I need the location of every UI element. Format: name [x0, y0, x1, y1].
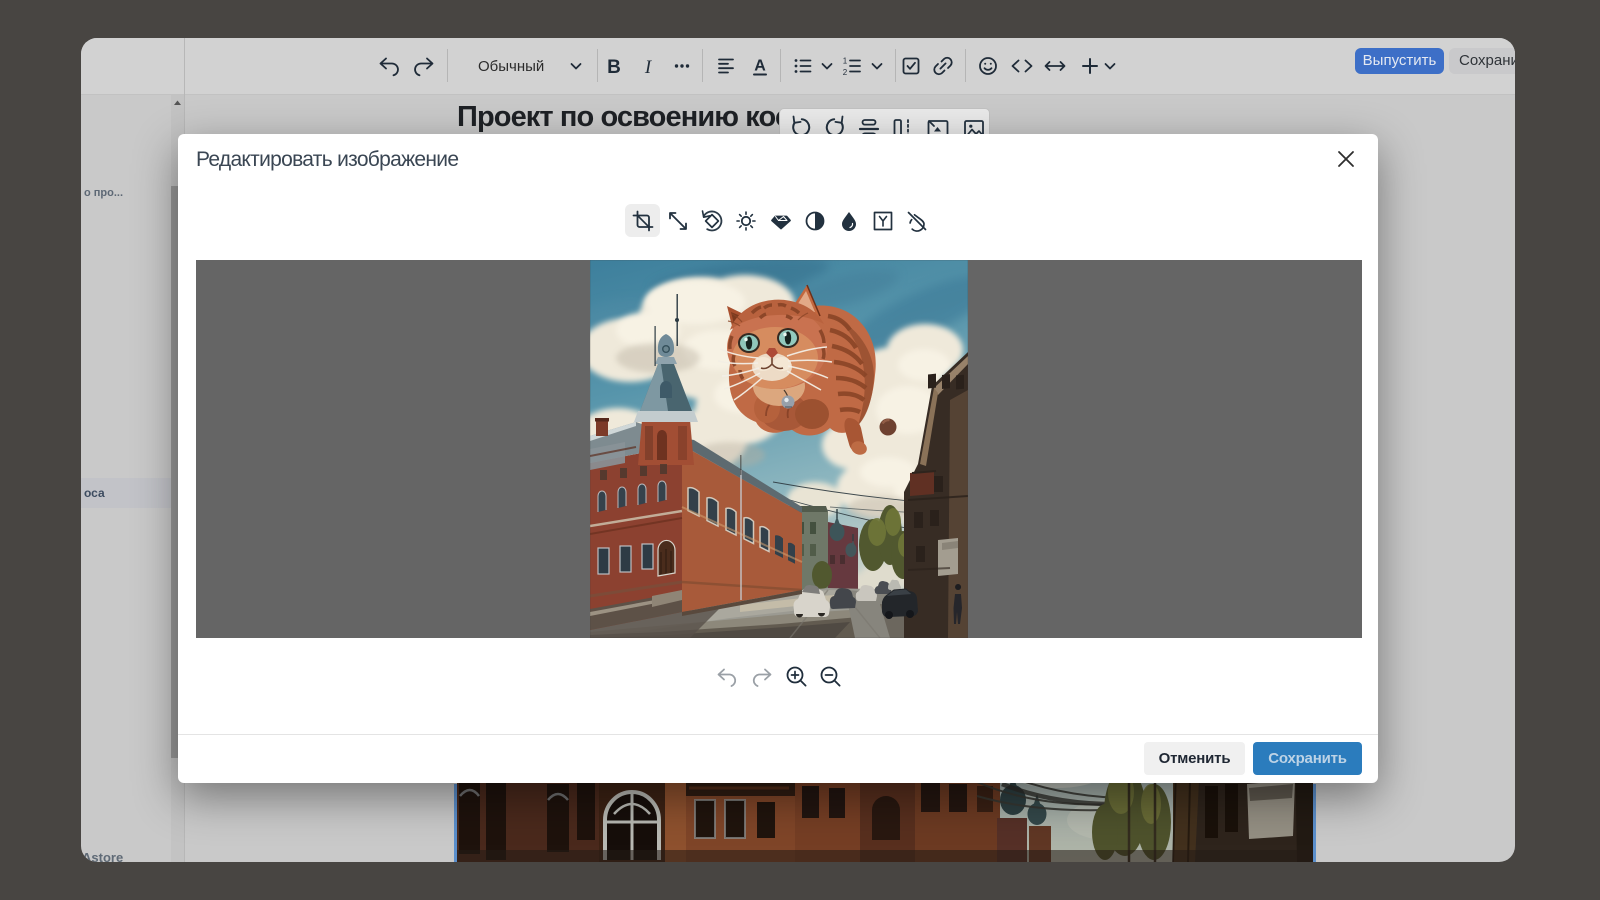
svg-text:2: 2 [843, 68, 848, 77]
svg-text:B: B [607, 57, 621, 78]
svg-text:I: I [644, 57, 653, 78]
svg-text:Обычный: Обычный [478, 58, 544, 75]
svg-text:1: 1 [843, 57, 848, 66]
svg-text:A: A [754, 58, 766, 75]
